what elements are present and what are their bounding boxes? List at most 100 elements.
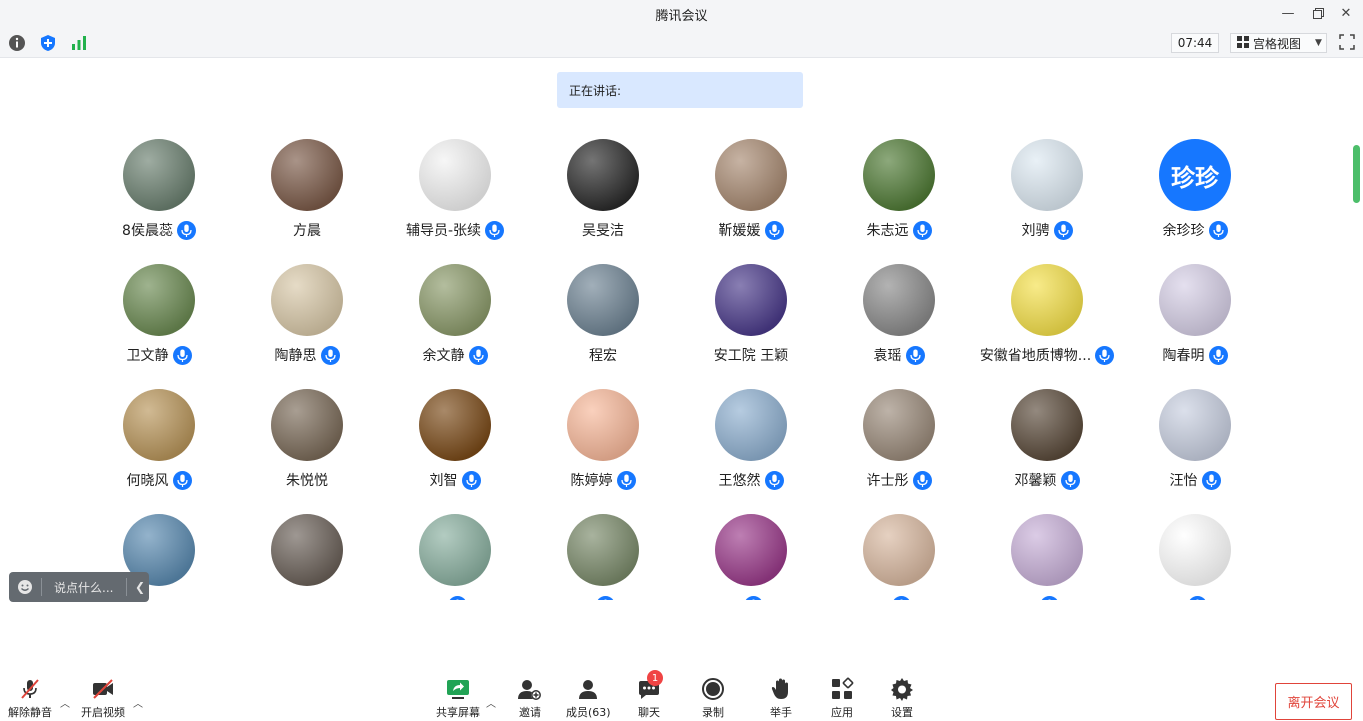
participant-tile[interactable]: 何晓风 xyxy=(85,375,233,500)
meeting-timer: 07:44 xyxy=(1171,33,1219,53)
participant-name: 安徽省地质博物... xyxy=(979,348,1092,364)
participant-name-row: 安徽省地质博物... xyxy=(973,344,1121,366)
avatar xyxy=(863,389,935,461)
participant-tile[interactable]: 方晨 xyxy=(233,125,381,250)
participant-name-row: 刘骋 xyxy=(973,219,1121,241)
participant-tile[interactable]: 余文静 xyxy=(381,250,529,375)
chevron-up-icon[interactable]: ︿ xyxy=(133,695,143,710)
participant-tile[interactable]: 吴旻洁 xyxy=(529,125,677,250)
chat-icon: 1 xyxy=(636,670,663,702)
participant-tile[interactable] xyxy=(1121,500,1269,600)
members-icon xyxy=(575,676,601,702)
participant-name-row: 陶静思 xyxy=(233,344,381,366)
participant-tile[interactable]: 许士彤 xyxy=(825,375,973,500)
participant-tile[interactable] xyxy=(233,500,381,600)
mic-active-icon xyxy=(172,470,192,490)
security-shield-icon[interactable] xyxy=(39,34,57,52)
participant-tile[interactable]: 陶静思 xyxy=(233,250,381,375)
scrollbar[interactable] xyxy=(1353,145,1360,203)
settings-button[interactable]: 设置 xyxy=(889,676,915,721)
chat-button[interactable]: 1 聊天 xyxy=(636,670,663,721)
avatar xyxy=(715,264,787,336)
share-screen-icon xyxy=(445,676,471,702)
participant-name: 吴旻洁 xyxy=(582,223,624,239)
chevron-up-icon[interactable]: ︿ xyxy=(486,695,496,710)
close-icon[interactable]: ✕ xyxy=(1337,4,1355,22)
participant-tile[interactable]: 刘骋 xyxy=(973,125,1121,250)
avatar xyxy=(419,139,491,211)
avatar xyxy=(715,514,787,586)
participant-tile[interactable] xyxy=(381,500,529,600)
participant-name: 许士彤 xyxy=(866,473,909,489)
participant-tile[interactable]: 辅导员-张续 xyxy=(381,125,529,250)
apps-icon xyxy=(829,676,855,702)
collapse-chevron-icon[interactable]: ❮ xyxy=(135,580,145,594)
view-mode-dropdown[interactable]: 宫格视图 ▼ xyxy=(1230,33,1327,53)
participant-tile[interactable]: 刘智 xyxy=(381,375,529,500)
participant-name-row xyxy=(233,594,381,600)
fullscreen-icon[interactable] xyxy=(1339,34,1357,52)
restore-icon[interactable] xyxy=(1309,4,1327,22)
participant-tile[interactable] xyxy=(529,500,677,600)
participant-tile[interactable]: 袁瑶 xyxy=(825,250,973,375)
participant-tile[interactable]: 朱悦悦 xyxy=(233,375,381,500)
mic-active-icon xyxy=(764,470,784,490)
participant-tile[interactable]: 王悠然 xyxy=(677,375,825,500)
participant-tile[interactable]: 卫文静 xyxy=(85,250,233,375)
participant-tile[interactable] xyxy=(677,500,825,600)
minimize-icon[interactable]: — xyxy=(1279,4,1297,22)
view-mode-label: 宫格视图 xyxy=(1253,36,1302,51)
participant-tile[interactable]: 8侯晨蕊 xyxy=(85,125,233,250)
share-screen-button[interactable]: 共享屏幕 xyxy=(436,676,480,721)
avatar xyxy=(123,389,195,461)
record-button[interactable]: 录制 xyxy=(700,676,726,721)
hand-icon xyxy=(768,676,794,702)
emoji-icon[interactable] xyxy=(9,579,41,595)
avatar xyxy=(419,389,491,461)
participant-name: 方晨 xyxy=(293,223,321,239)
participant-tile[interactable]: 程宏 xyxy=(529,250,677,375)
participant-name: 刘骋 xyxy=(1021,223,1050,239)
participant-name-row: 靳媛媛 xyxy=(677,219,825,241)
participant-tile[interactable] xyxy=(973,500,1121,600)
quick-chat-input[interactable]: 说点什么... ❮ xyxy=(9,572,149,602)
participant-tile[interactable]: 朱志远 xyxy=(825,125,973,250)
signal-strength-icon[interactable] xyxy=(70,34,88,52)
mic-active-icon xyxy=(1208,345,1228,365)
participant-tile[interactable]: 安徽省地质博物... xyxy=(973,250,1121,375)
raise-hand-button[interactable]: 举手 xyxy=(768,676,794,721)
start-video-button[interactable]: 开启视频 xyxy=(81,676,125,721)
members-button[interactable]: 成员(63) xyxy=(566,676,611,721)
leave-meeting-button[interactable]: 离开会议 xyxy=(1275,683,1352,720)
mic-active-icon xyxy=(596,595,615,600)
chevron-up-icon[interactable]: ︿ xyxy=(60,695,70,710)
participant-name: 邓馨颖 xyxy=(1014,473,1057,489)
participant-tile[interactable]: 安工院 王颖 xyxy=(677,250,825,375)
unmute-label: 解除静音 xyxy=(8,706,52,719)
participant-name: 卫文静 xyxy=(126,348,169,364)
participant-name-row: 刘智 xyxy=(381,469,529,491)
participant-name-row xyxy=(677,594,825,600)
info-icon[interactable] xyxy=(8,34,26,52)
participant-name-row: 朱志远 xyxy=(825,219,973,241)
avatar xyxy=(567,514,639,586)
unread-badge: 1 xyxy=(647,670,663,686)
avatar xyxy=(271,514,343,586)
participant-tile[interactable]: 陶春明 xyxy=(1121,250,1269,375)
invite-button[interactable]: 邀请 xyxy=(517,676,543,721)
mic-active-icon xyxy=(468,345,488,365)
participant-tile[interactable]: 靳媛媛 xyxy=(677,125,825,250)
unmute-button[interactable]: 解除静音 xyxy=(8,676,52,721)
participant-tile[interactable]: 汪怡 xyxy=(1121,375,1269,500)
chat-placeholder: 说点什么... xyxy=(54,580,114,595)
participant-name-row: 安工院 王颖 xyxy=(677,344,825,366)
avatar xyxy=(271,139,343,211)
grid-view-icon xyxy=(1237,35,1249,51)
divider xyxy=(41,578,42,596)
participant-tile[interactable]: 珍珍 余珍珍 xyxy=(1121,125,1269,250)
participant-tile[interactable] xyxy=(825,500,973,600)
participant-name: 余文静 xyxy=(422,348,465,364)
apps-button[interactable]: 应用 xyxy=(829,676,855,721)
participant-tile[interactable]: 邓馨颖 xyxy=(973,375,1121,500)
participant-tile[interactable]: 陈婷婷 xyxy=(529,375,677,500)
